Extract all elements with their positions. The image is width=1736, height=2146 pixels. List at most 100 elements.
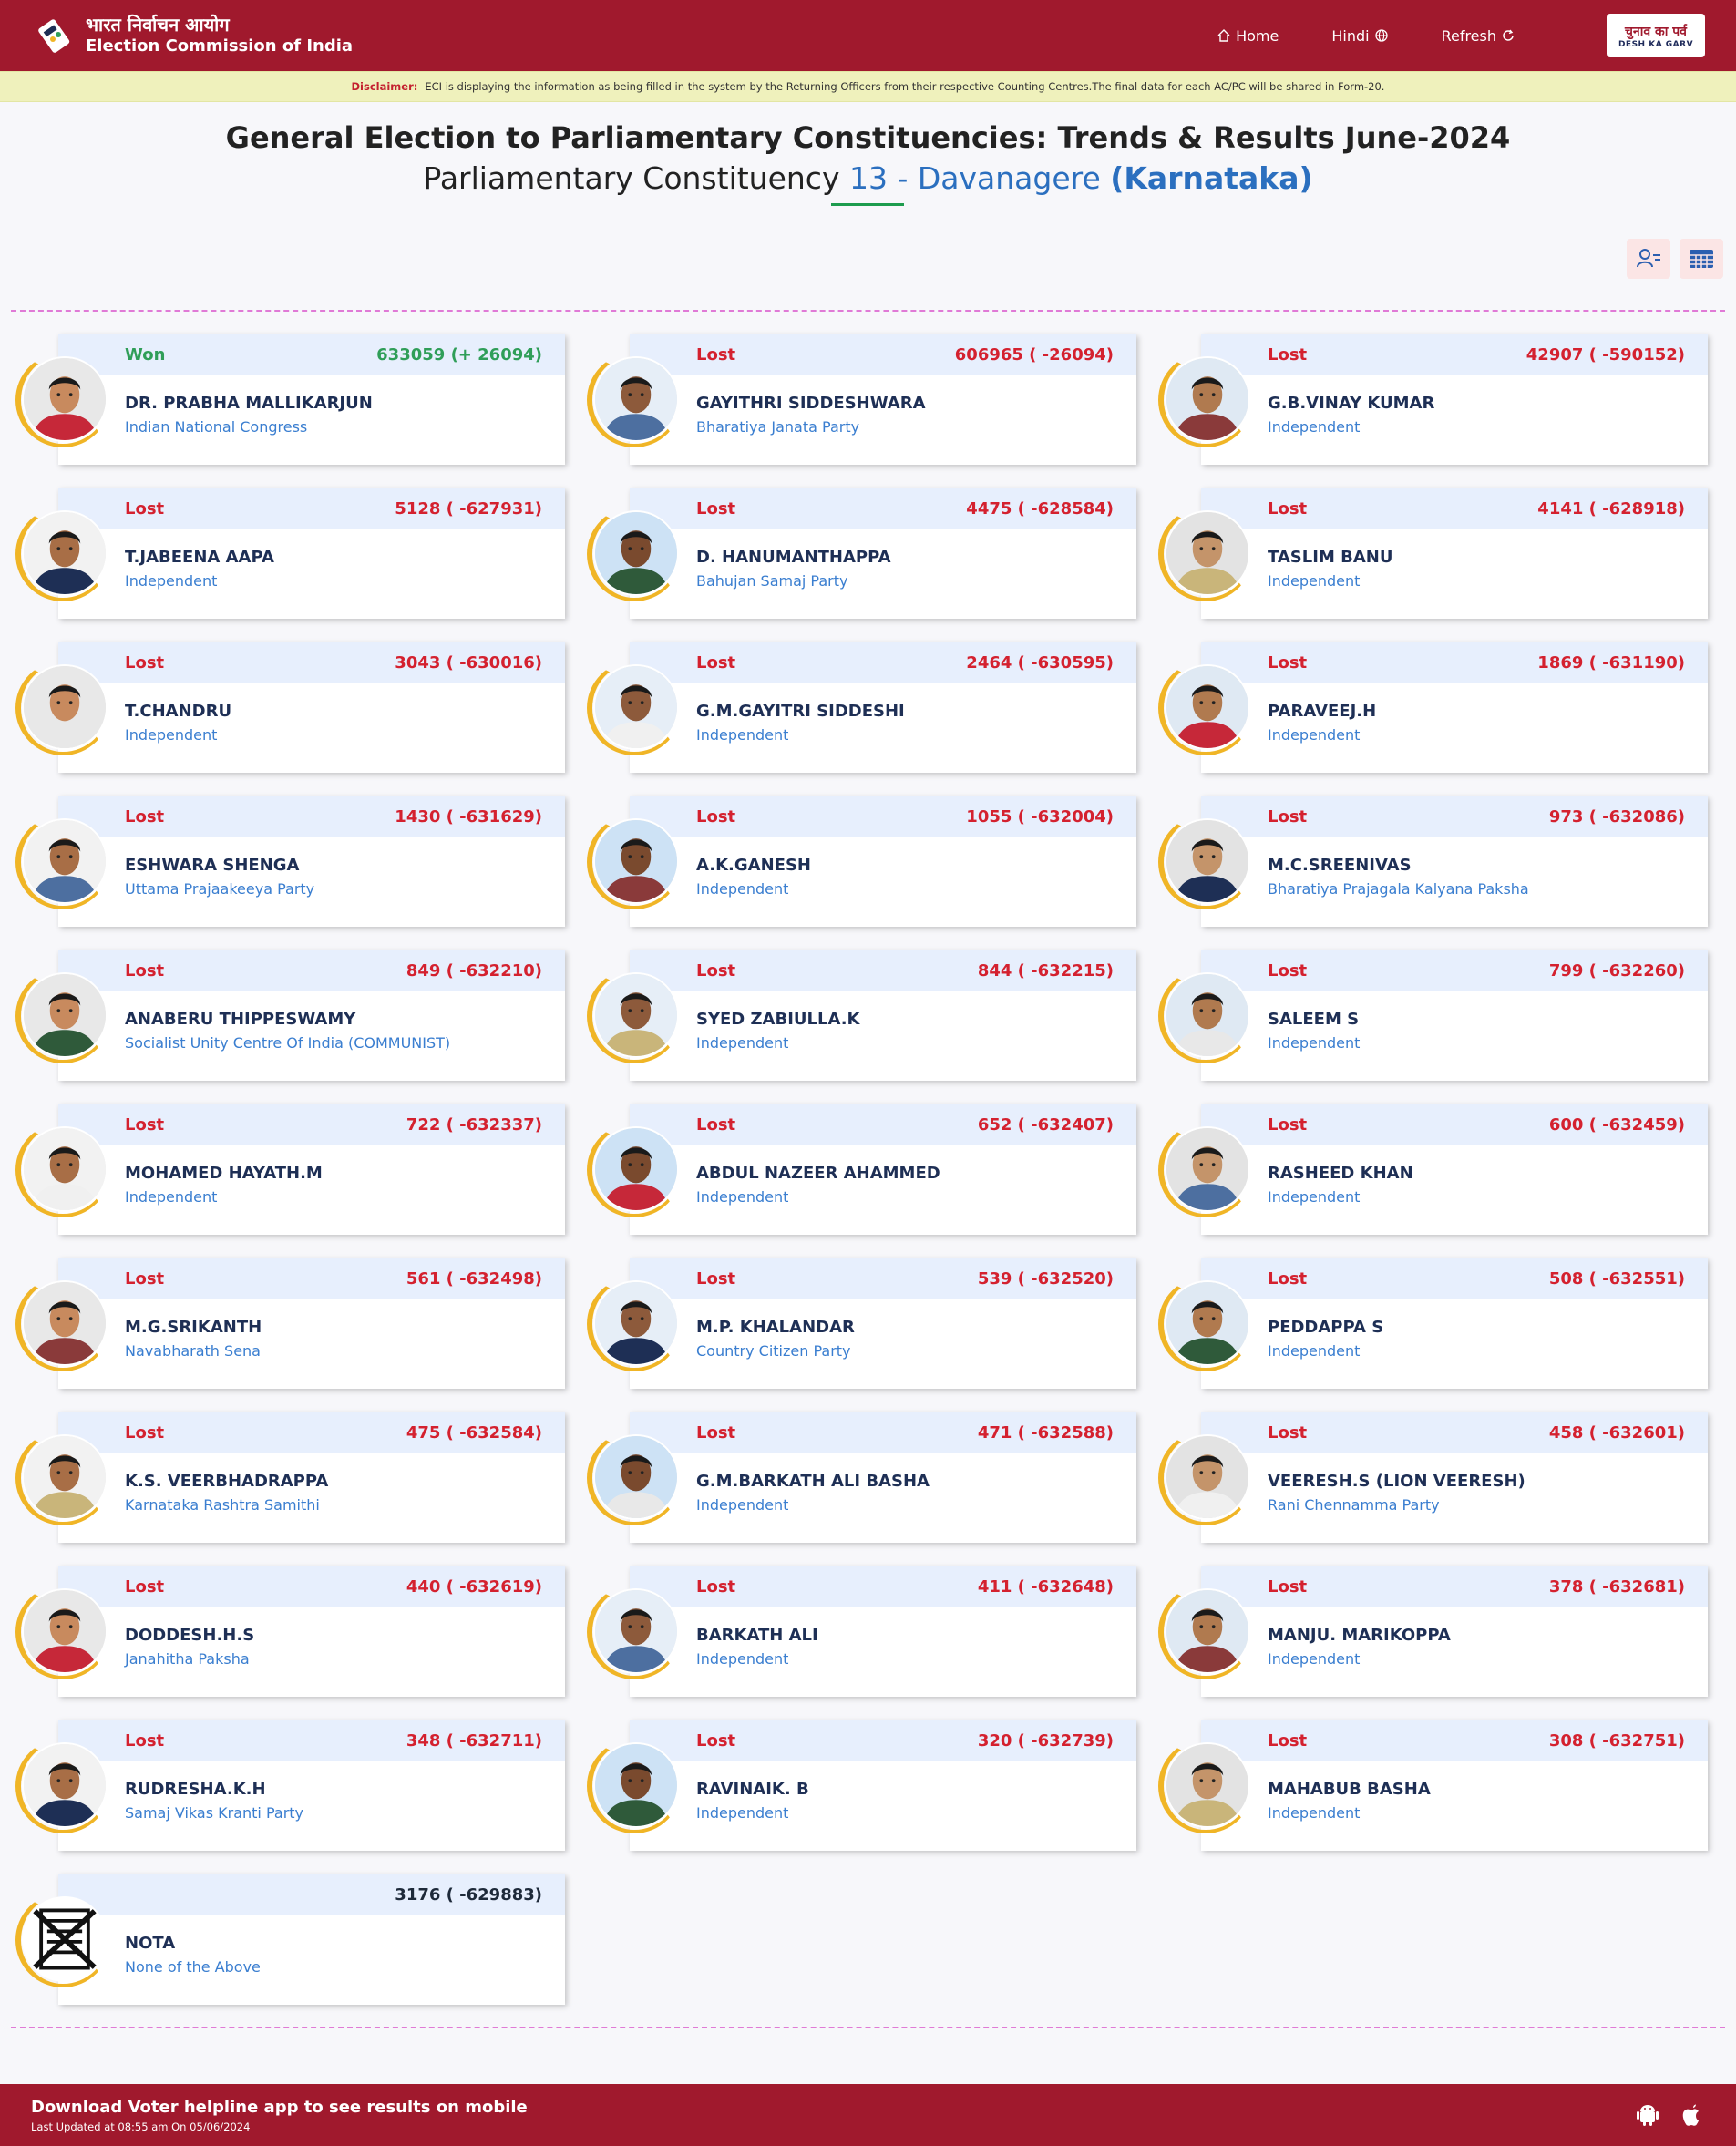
candidate-name: ABDUL NAZEER AHAMMED [696,1164,940,1183]
candidate-name: M.G.SRIKANTH [125,1318,262,1337]
result-status: Lost [125,1731,165,1751]
card-view-button[interactable] [1627,239,1670,279]
candidate-card[interactable]: Lost 1055 ( -632004) A.K.GANESH Independent [587,794,1136,927]
vote-count: 973 ( -632086) [1548,807,1685,827]
candidate-card[interactable]: Lost 844 ( -632215) SYED ZABIULLA.K Indepen… [587,948,1136,1081]
candidate-card[interactable]: Lost 378 ( -632681) MANJU. MARIKOPPA Indepe… [1158,1564,1708,1697]
card-body: Lost 722 ( -632337) MOHAMED HAYATH.M Indepe… [58,1104,565,1235]
candidate-card[interactable]: Lost 561 ( -632498) M.G.SRIKANTH Navabharat… [15,1256,565,1389]
candidate-name: DODDESH.H.S [125,1626,255,1645]
nota-card[interactable]: 3176 ( -629883) NOTA None of the Above [15,1872,565,2005]
candidate-card[interactable]: Lost 652 ( -632407) ABDUL NAZEER AHAMMED In… [587,1102,1136,1235]
candidate-card[interactable]: Won 633059 (+ 26094) DR. PRABHA MALLIKARJU… [15,332,565,465]
candidate-party: Socialist Unity Centre Of India (COMMUNI… [125,1034,451,1052]
candidate-name: MOHAMED HAYATH.M [125,1164,323,1183]
nav-refresh[interactable]: Refresh [1442,27,1515,45]
candidate-name: T.JABEENA AAPA [125,548,274,567]
candidate-party: Independent [1268,1034,1361,1052]
candidate-party: Independent [1268,572,1361,590]
candidate-photo [1165,1742,1250,1828]
android-icon[interactable] [1634,2101,1661,2129]
candidate-card[interactable]: Lost 471 ( -632588) G.M.BARKATH ALI BASHA I… [587,1410,1136,1543]
table-view-button[interactable] [1680,239,1723,279]
candidate-card[interactable]: Lost 475 ( -632584) K.S. VEERBHADRAPPA Karn… [15,1410,565,1543]
candidate-photo [593,664,679,750]
view-toggle [1627,239,1723,279]
candidate-card[interactable]: Lost 4475 ( -628584) D. HANUMANTHAPPA Bahuj… [587,486,1136,619]
candidate-card[interactable]: Lost 348 ( -632711) RUDRESHA.K.H Samaj Vika… [15,1718,565,1851]
footer-download-text: Download Voter helpline app to see resul… [31,2097,528,2117]
candidate-card[interactable]: Lost 4141 ( -628918) TASLIM BANU Independen… [1158,486,1708,619]
candidate-party: Independent [125,572,218,590]
candidate-card[interactable]: Lost 320 ( -632739) RAVINAIK. B Independent [587,1718,1136,1851]
card-body: Lost 440 ( -632619) DODDESH.H.S Janahitha P… [58,1566,565,1697]
candidate-card[interactable]: Lost 3043 ( -630016) T.CHANDRU Independent [15,640,565,773]
vote-count: 471 ( -632588) [977,1423,1114,1443]
candidate-card[interactable]: Lost 308 ( -632751) MAHABUB BASHA Independe… [1158,1718,1708,1851]
candidate-party: Bharatiya Prajagala Kalyana Paksha [1268,880,1529,898]
candidate-card[interactable]: Lost 1430 ( -631629) ESHWARA SHENGA Uttama … [15,794,565,927]
result-status: Lost [1268,1115,1308,1135]
candidate-card[interactable]: Lost 2464 ( -630595) G.M.GAYITRI SIDDESHI I… [587,640,1136,773]
card-body: Lost 539 ( -632520) M.P. KHALANDAR Country … [630,1258,1136,1389]
candidate-name: TASLIM BANU [1268,548,1393,567]
candidate-photo [1165,1588,1250,1674]
nav-hindi[interactable]: Hindi [1331,27,1388,45]
candidate-party: Independent [696,1804,789,1822]
candidate-card[interactable]: Lost 411 ( -632648) BARKATH ALI Independent [587,1564,1136,1697]
vote-count: 411 ( -632648) [977,1577,1114,1597]
candidate-name: PEDDAPPA S [1268,1318,1384,1337]
card-body: Lost 973 ( -632086) M.C.SREENIVAS Bharatiya… [1201,796,1708,927]
candidate-photo [1165,972,1250,1058]
candidate-card[interactable]: Lost 1869 ( -631190) PARAVEEJ.H Independent [1158,640,1708,773]
candidate-card[interactable]: Lost 5128 ( -627931) T.JABEENA AAPA Indepen… [15,486,565,619]
card-header: Lost 799 ( -632260) [1201,950,1708,991]
vote-count: 799 ( -632260) [1548,961,1685,981]
candidate-photo [1165,1126,1250,1212]
candidate-card[interactable]: Lost 600 ( -632459) RASHEED KHAN Independen… [1158,1102,1708,1235]
card-body: Lost 849 ( -632210) ANABERU THIPPESWAMY Soc… [58,950,565,1081]
candidate-card[interactable]: Lost 42907 ( -590152) G.B.VINAY KUMAR Indep… [1158,332,1708,465]
result-status: Lost [696,1423,736,1443]
candidate-party: Independent [696,1650,789,1668]
eci-logo-icon[interactable] [31,12,78,59]
candidate-card[interactable]: Lost 973 ( -632086) M.C.SREENIVAS Bharatiya… [1158,794,1708,927]
result-status: Lost [125,1269,165,1289]
candidate-photo [22,972,108,1058]
card-header: Lost 539 ( -632520) [630,1258,1136,1299]
result-status: Lost [696,345,736,365]
top-nav: Home Hindi Refresh चुनाव का पर्व DESH KA… [1217,14,1705,57]
vote-count: 652 ( -632407) [977,1115,1114,1135]
candidate-photo [1165,1280,1250,1366]
brand[interactable]: भारत निर्वाचन आयोग Election Commission o… [86,14,353,57]
apple-icon[interactable] [1678,2101,1705,2129]
result-status: Lost [1268,1423,1308,1443]
desh-ka-garv-badge[interactable]: चुनाव का पर्व DESH KA GARV [1607,14,1705,57]
candidate-photo [1165,1434,1250,1520]
vote-count: 4475 ( -628584) [966,499,1114,519]
candidate-party: Independent [125,726,218,744]
candidate-photo [593,818,679,904]
candidate-name: K.S. VEERBHADRAPPA [125,1472,329,1491]
nav-home[interactable]: Home [1217,27,1279,45]
page-title: General Election to Parliamentary Consti… [225,120,1511,155]
card-header: Lost 561 ( -632498) [58,1258,565,1299]
candidate-party: Navabharath Sena [125,1342,261,1360]
candidate-card[interactable]: Lost 799 ( -632260) SALEEM S Independent [1158,948,1708,1081]
candidate-card[interactable]: Lost 539 ( -632520) M.P. KHALANDAR Country … [587,1256,1136,1389]
result-status: Won [125,345,166,365]
candidate-card[interactable]: Lost 606965 ( -26094) GAYITHRI SIDDESHWARA… [587,332,1136,465]
candidate-photo [593,1742,679,1828]
result-status: Lost [696,1731,736,1751]
candidate-card[interactable]: Lost 458 ( -632601) VEERESH.S (LION VEERES… [1158,1410,1708,1543]
candidate-card[interactable]: Lost 722 ( -632337) MOHAMED HAYATH.M Indepe… [15,1102,565,1235]
card-header: Lost 3043 ( -630016) [58,642,565,683]
card-body: Won 633059 (+ 26094) DR. PRABHA MALLIKARJU… [58,334,565,465]
candidate-card[interactable]: Lost 849 ( -632210) ANABERU THIPPESWAMY Soc… [15,948,565,1081]
candidate-party: Indian National Congress [125,418,308,436]
candidate-name: MAHABUB BASHA [1268,1780,1431,1799]
candidate-name: ANABERU THIPPESWAMY [125,1010,356,1029]
candidate-card[interactable]: Lost 508 ( -632551) PEDDAPPA S Independent [1158,1256,1708,1389]
candidate-card[interactable]: Lost 440 ( -632619) DODDESH.H.S Janahitha P… [15,1564,565,1697]
candidate-name: M.P. KHALANDAR [696,1318,855,1337]
